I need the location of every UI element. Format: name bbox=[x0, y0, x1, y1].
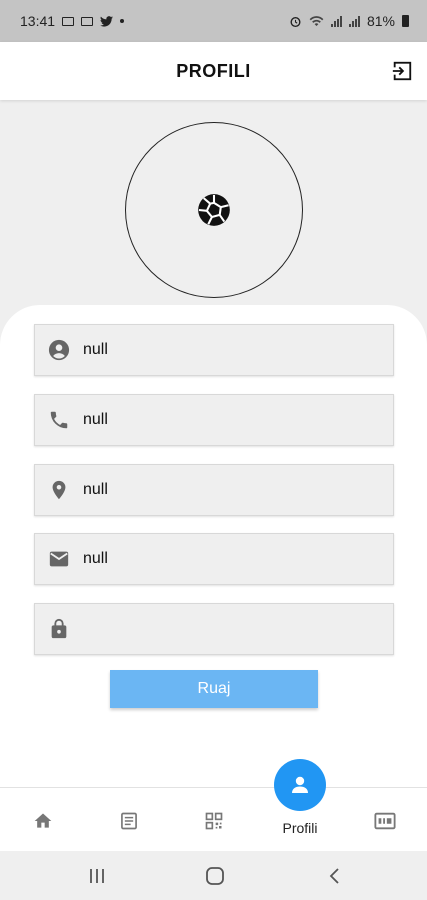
nav-profile[interactable] bbox=[274, 759, 326, 811]
card-icon bbox=[374, 812, 396, 830]
document-icon bbox=[121, 812, 137, 830]
phone-field[interactable] bbox=[34, 394, 394, 446]
avatar-upload[interactable] bbox=[125, 122, 303, 298]
lock-icon bbox=[35, 618, 83, 640]
nav-card[interactable] bbox=[370, 806, 400, 836]
logout-button[interactable] bbox=[389, 58, 415, 84]
logout-icon bbox=[392, 61, 412, 81]
mail-icon bbox=[35, 548, 83, 570]
wifi-icon bbox=[309, 16, 324, 26]
status-right: 81% bbox=[289, 13, 409, 29]
email-input[interactable] bbox=[83, 539, 373, 579]
page-title: PROFILI bbox=[176, 60, 251, 81]
home-circle-icon bbox=[206, 867, 224, 885]
save-button[interactable]: Ruaj bbox=[110, 670, 318, 708]
app-header: PROFILI bbox=[0, 42, 427, 100]
twitter-icon bbox=[100, 15, 114, 27]
home-system-button[interactable] bbox=[202, 863, 228, 889]
password-input[interactable] bbox=[83, 609, 373, 649]
status-time: 13:41 bbox=[20, 13, 56, 29]
recents-button[interactable] bbox=[84, 863, 110, 889]
alarm-icon bbox=[290, 16, 301, 27]
person-icon bbox=[292, 776, 308, 793]
home-icon bbox=[34, 813, 52, 828]
system-nav bbox=[0, 851, 427, 900]
nav-documents[interactable] bbox=[114, 806, 144, 836]
status-left: 13:41 bbox=[20, 13, 125, 29]
signal-icon-2 bbox=[348, 15, 360, 27]
phone-input[interactable] bbox=[83, 400, 373, 440]
battery-icon bbox=[402, 15, 409, 27]
notification-dot-icon bbox=[120, 19, 125, 23]
nav-profile-label[interactable]: Profili bbox=[270, 820, 330, 836]
password-field[interactable] bbox=[34, 603, 394, 655]
address-input[interactable] bbox=[83, 470, 373, 510]
status-bar: 13:41 81% bbox=[0, 0, 427, 42]
qr-code-icon bbox=[205, 812, 223, 830]
person-icon bbox=[35, 339, 83, 361]
recents-icon bbox=[90, 869, 104, 883]
camera-shutter-icon bbox=[198, 194, 230, 226]
bottom-nav bbox=[0, 787, 427, 851]
location-pin-icon bbox=[35, 479, 83, 501]
image-icon bbox=[81, 16, 94, 26]
address-field[interactable] bbox=[34, 464, 394, 516]
screen-icon bbox=[62, 16, 75, 26]
back-icon bbox=[329, 868, 339, 884]
phone-icon bbox=[35, 409, 83, 431]
nav-home[interactable] bbox=[28, 806, 58, 836]
battery-percent: 81% bbox=[366, 13, 395, 29]
name-input[interactable] bbox=[83, 330, 373, 370]
nav-qr[interactable] bbox=[199, 806, 229, 836]
email-field[interactable] bbox=[34, 533, 394, 585]
name-field[interactable] bbox=[34, 324, 394, 376]
back-button[interactable] bbox=[322, 863, 348, 889]
signal-icon bbox=[330, 15, 342, 27]
